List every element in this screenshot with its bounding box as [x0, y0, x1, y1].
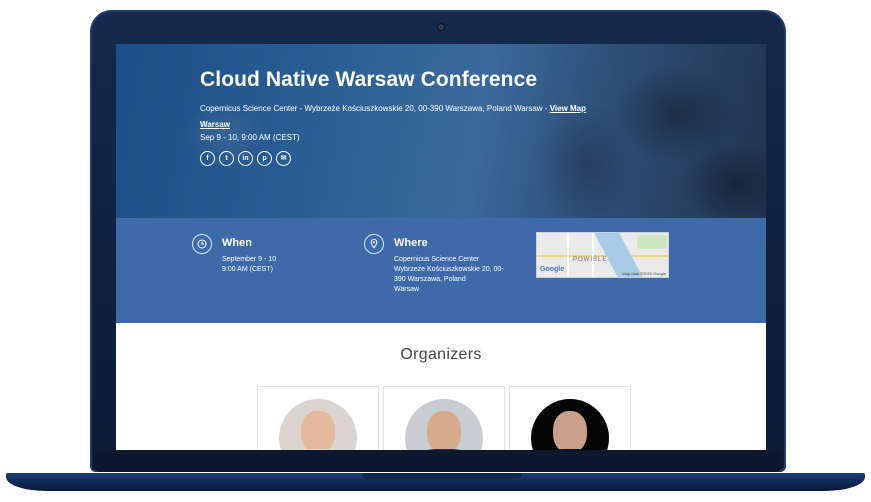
where-city: Warsaw: [394, 286, 420, 293]
avatar: [405, 399, 483, 450]
avatar-shirt: [283, 449, 353, 450]
clock-icon: [192, 234, 212, 254]
avatar-face: [427, 411, 461, 450]
address-text: Copernicus Science Center - Wybrzeże Koś…: [200, 104, 550, 113]
event-address: Copernicus Science Center - Wybrzeże Koś…: [200, 101, 630, 133]
organizer-card[interactable]: [383, 386, 505, 450]
screen: Cloud Native Warsaw Conference Copernicu…: [116, 44, 766, 450]
event-info-band: When September 9 - 10 9:00 AM (CEST) Whe…: [116, 218, 766, 323]
where-heading: Where: [394, 237, 428, 249]
location-pin-icon: [364, 234, 384, 254]
where-street: Wybrzeże Kościuszkowskie 20, 00-: [394, 266, 504, 273]
camera-icon: [438, 24, 444, 30]
avatar-shirt: [535, 449, 605, 450]
when-time: 9:00 AM (CEST): [222, 266, 273, 273]
event-title: Cloud Native Warsaw Conference: [200, 68, 538, 91]
laptop-bezel: [95, 450, 781, 472]
city-link[interactable]: Warsaw: [200, 120, 230, 129]
facebook-icon[interactable]: f: [200, 151, 215, 166]
map-road: [567, 233, 569, 277]
linkedin-icon[interactable]: in: [238, 151, 253, 166]
event-date: Sep 9 - 10, 9:00 AM (CEST): [200, 133, 300, 142]
pinterest-icon[interactable]: p: [257, 151, 272, 166]
map-district-label: POWIŚLE: [573, 257, 608, 263]
avatar-face: [301, 411, 335, 450]
avatar: [531, 399, 609, 450]
organizer-card[interactable]: [257, 386, 379, 450]
when-date: September 9 - 10: [222, 256, 277, 263]
map-attribution: Map data ©2020 Google: [622, 271, 666, 276]
email-icon[interactable]: ✉: [276, 151, 291, 166]
organizers-heading: Organizers: [400, 346, 482, 363]
social-share-row: f t in p ✉: [200, 151, 291, 166]
avatar: [279, 399, 357, 450]
map-park: [637, 235, 667, 249]
where-postal: 390 Warszawa, Poland: [394, 276, 466, 283]
avatar-shirt: [409, 449, 479, 450]
twitter-icon[interactable]: t: [219, 151, 234, 166]
view-map-link[interactable]: View Map: [550, 104, 586, 113]
when-heading: When: [222, 237, 252, 249]
organizer-card[interactable]: [509, 386, 631, 450]
where-venue: Copernicus Science Center: [394, 256, 480, 263]
avatar-face: [553, 411, 587, 450]
laptop-notch: [362, 473, 522, 479]
google-logo: Google: [540, 266, 565, 273]
map-road: [592, 233, 594, 277]
hero-banner: Cloud Native Warsaw Conference Copernicu…: [116, 44, 766, 218]
when-details: September 9 - 10 9:00 AM (CEST): [222, 255, 276, 275]
location-map[interactable]: POWIŚLE Google Map data ©2020 Google: [536, 232, 669, 278]
where-details: Copernicus Science Center Wybrzeże Kości…: [394, 255, 504, 295]
